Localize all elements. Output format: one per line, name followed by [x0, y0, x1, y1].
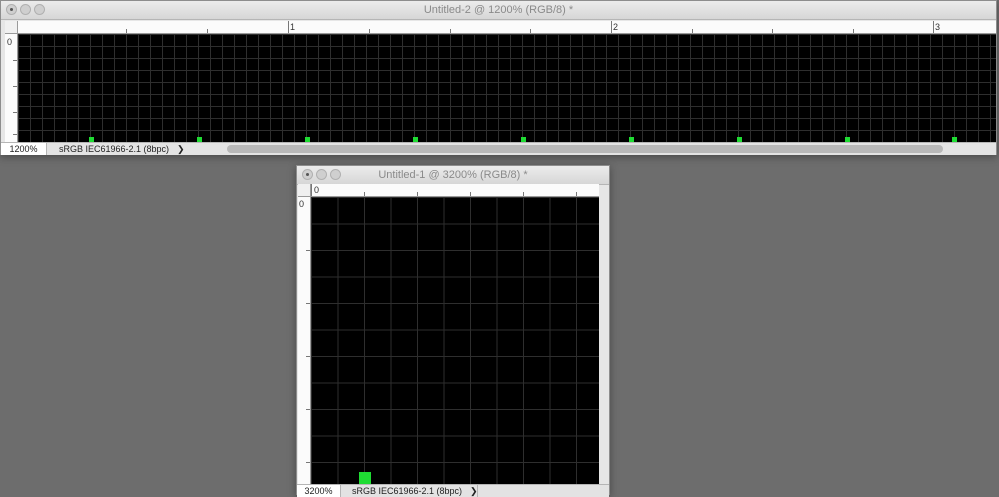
scrollbar-thumb[interactable]	[227, 145, 943, 153]
document-info[interactable]: sRGB IEC61966-2.1 (8bpc)	[59, 143, 169, 155]
window-title: Untitled-1 @ 3200% (RGB/8) *	[378, 169, 528, 181]
status-bar: 1200% sRGB IEC61966-2.1 (8bpc) ❯	[1, 142, 996, 155]
close-icon[interactable]	[302, 169, 313, 180]
ruler-label-1: 1	[290, 22, 296, 32]
horizontal-scrollbar[interactable]	[227, 145, 945, 153]
ruler-origin[interactable]	[5, 21, 18, 34]
window-titlebar[interactable]: Untitled-1 @ 3200% (RGB/8) *	[297, 166, 609, 185]
zoom-level-field[interactable]: 3200%	[297, 485, 341, 497]
close-icon[interactable]	[6, 4, 17, 15]
document-info[interactable]: sRGB IEC61966-2.1 (8bpc)	[352, 485, 462, 497]
document-window-untitled-2: Untitled-2 @ 1200% (RGB/8) * 1 2 3 0 120…	[0, 0, 997, 155]
status-bar: 3200% sRGB IEC61966-2.1 (8bpc) ❯	[297, 484, 609, 497]
ruler-label-0: 0	[7, 37, 13, 47]
status-divider	[477, 485, 478, 497]
ruler-label-0: 0	[314, 185, 320, 195]
chevron-right-icon[interactable]: ❯	[177, 143, 185, 155]
document-canvas[interactable]	[311, 197, 599, 485]
zoom-icon[interactable]	[34, 4, 45, 15]
vertical-ruler[interactable]: 0	[298, 197, 311, 484]
ruler-origin[interactable]	[298, 184, 311, 197]
vertical-ruler[interactable]: 0	[5, 34, 18, 142]
minimize-icon[interactable]	[316, 169, 327, 180]
ruler-label-0: 0	[299, 199, 305, 209]
document-canvas[interactable]	[18, 34, 996, 142]
window-controls	[6, 4, 48, 22]
zoom-level-field[interactable]: 1200%	[1, 143, 47, 155]
ruler-label-3: 3	[935, 22, 941, 32]
document-window-untitled-1: Untitled-1 @ 3200% (RGB/8) * 0 0 3200% s…	[296, 165, 610, 497]
minimize-icon[interactable]	[20, 4, 31, 15]
window-titlebar[interactable]: Untitled-2 @ 1200% (RGB/8) *	[1, 1, 996, 20]
ruler-label-2: 2	[613, 22, 619, 32]
zoom-icon[interactable]	[330, 169, 341, 180]
horizontal-ruler[interactable]: 1 2 3	[18, 21, 996, 34]
window-title: Untitled-2 @ 1200% (RGB/8) *	[423, 4, 574, 16]
horizontal-ruler[interactable]: 0	[311, 184, 599, 197]
